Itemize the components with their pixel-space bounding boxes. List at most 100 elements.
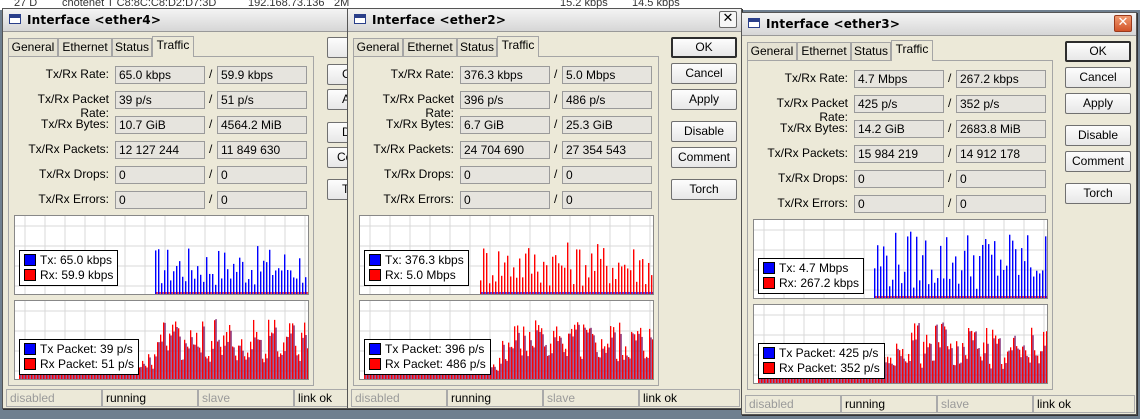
stat-rx-value[interactable]: 11 849 630 xyxy=(217,141,307,159)
tab-general[interactable]: General xyxy=(353,38,403,56)
stat-tx-value[interactable]: 6.7 GiB xyxy=(460,116,550,134)
stat-rx-value[interactable]: 25.3 GiB xyxy=(562,116,652,134)
traffic-bar xyxy=(896,296,898,298)
stat-tx-value[interactable]: 4.7 Mbps xyxy=(854,70,944,88)
stat-tx-value[interactable]: 0 xyxy=(854,195,944,213)
packet-bar xyxy=(247,352,249,379)
traffic-bar xyxy=(995,296,997,298)
stat-rx-value[interactable]: 0 xyxy=(217,191,307,209)
disable-button[interactable]: Disable xyxy=(671,121,737,142)
stat-rx-value[interactable]: 59.9 kbps xyxy=(217,66,307,84)
stat-rx-value[interactable]: 2683.8 MiB xyxy=(956,120,1046,138)
bg-text: 14.5 kbps xyxy=(632,0,680,9)
packet-bar xyxy=(284,351,286,379)
stat-tx-value[interactable]: 0 xyxy=(115,166,205,184)
tab-status[interactable]: Status xyxy=(851,42,891,60)
stat-tx-value[interactable]: 425 p/s xyxy=(854,95,944,113)
traffic-bar xyxy=(234,292,236,294)
stat-tx-value[interactable]: 24 704 690 xyxy=(460,141,550,159)
disable-button[interactable]: Disable xyxy=(1065,125,1131,146)
stat-tx-value[interactable]: 376.3 kbps xyxy=(460,66,550,84)
traffic-bar xyxy=(884,296,886,298)
traffic-bar xyxy=(1046,296,1047,298)
comment-button[interactable]: Comment xyxy=(1065,151,1131,172)
stat-tx-value[interactable]: 39 p/s xyxy=(115,91,205,109)
traffic-bar xyxy=(949,278,951,298)
packet-bar xyxy=(493,364,495,379)
traffic-bar xyxy=(516,277,518,294)
close-icon[interactable]: ✕ xyxy=(1114,15,1132,32)
traffic-bar xyxy=(913,287,915,298)
stat-tx-value[interactable]: 14.2 GiB xyxy=(854,120,944,138)
tab-status[interactable]: Status xyxy=(112,38,152,56)
packet-legend: Tx Packet: 425 p/s Rx Packet: 352 p/s xyxy=(758,343,885,379)
traffic-bar xyxy=(1004,296,1006,298)
stat-tx-value[interactable]: 0 xyxy=(854,170,944,188)
stat-rx-value[interactable]: 5.0 Mbps xyxy=(562,66,652,84)
traffic-bar xyxy=(571,292,573,294)
stat-tx-value[interactable]: 15 984 219 xyxy=(854,145,944,163)
traffic-bar xyxy=(875,296,877,298)
tab-ethernet[interactable]: Ethernet xyxy=(403,38,457,56)
stat-rx-value[interactable]: 14 912 178 xyxy=(956,145,1046,163)
packet-bar xyxy=(220,346,222,379)
torch-button[interactable]: Torch xyxy=(671,179,737,200)
comment-button[interactable]: Comment xyxy=(671,147,737,168)
traffic-bar xyxy=(940,245,942,298)
stat-tx-value[interactable]: 65.0 kbps xyxy=(115,66,205,84)
cancel-button[interactable]: Cancel xyxy=(1065,67,1131,88)
traffic-bar xyxy=(1027,235,1029,298)
stat-label: Tx/Rx Drops: xyxy=(383,167,454,181)
tab-traffic[interactable]: Traffic xyxy=(891,40,933,61)
ok-button[interactable]: OK xyxy=(1065,41,1131,62)
tab-ethernet[interactable]: Ethernet xyxy=(797,42,851,60)
stat-tx-value[interactable]: 12 127 244 xyxy=(115,141,205,159)
stat-rx-value[interactable]: 27 354 543 xyxy=(562,141,652,159)
tab-ethernet[interactable]: Ethernet xyxy=(58,38,112,56)
stat-tx-value[interactable]: 10.7 GiB xyxy=(115,116,205,134)
ok-button[interactable]: OK xyxy=(671,37,737,58)
title-bar[interactable]: Interface <ether2> ✕ xyxy=(348,9,741,32)
traffic-bar xyxy=(1013,296,1015,298)
tab-traffic[interactable]: Traffic xyxy=(497,36,539,57)
stat-rx-value[interactable]: 0 xyxy=(956,195,1046,213)
packet-bar xyxy=(580,356,582,379)
status-link: link ok xyxy=(1033,395,1135,413)
apply-button[interactable]: Apply xyxy=(1065,93,1131,114)
traffic-bar xyxy=(889,286,891,298)
title-bar[interactable]: Interface <ether4> xyxy=(3,9,351,32)
cancel-button[interactable]: Cancel xyxy=(671,63,737,84)
traffic-bar xyxy=(209,273,211,294)
tab-general[interactable]: General xyxy=(747,42,797,60)
close-icon[interactable]: ✕ xyxy=(719,11,737,28)
stat-rx-value[interactable]: 267.2 kbps xyxy=(956,70,1046,88)
traffic-bar xyxy=(1001,296,1003,298)
stat-tx-value[interactable]: 0 xyxy=(460,191,550,209)
stat-rx-value[interactable]: 0 xyxy=(562,166,652,184)
stat-tx-value[interactable]: 0 xyxy=(460,166,550,184)
packet-bar xyxy=(280,353,282,379)
stat-rx-value[interactable]: 352 p/s xyxy=(956,95,1046,113)
traffic-bar xyxy=(182,276,184,294)
stat-rx-value[interactable]: 51 p/s xyxy=(217,91,307,109)
packet-bar xyxy=(556,326,558,379)
tab-traffic[interactable]: Traffic xyxy=(152,36,194,57)
traffic-bar xyxy=(633,249,635,294)
stat-rx-value[interactable]: 0 xyxy=(562,191,652,209)
apply-button[interactable]: Apply xyxy=(671,89,737,110)
stat-rx-value[interactable]: 0 xyxy=(956,170,1046,188)
traffic-bar xyxy=(1033,276,1035,298)
tab-status[interactable]: Status xyxy=(457,38,497,56)
stat-rx-value[interactable]: 486 p/s xyxy=(562,91,652,109)
tab-general[interactable]: General xyxy=(8,38,58,56)
window-icon xyxy=(748,18,760,28)
stat-rx-value[interactable]: 4564.2 MiB xyxy=(217,116,307,134)
packet-bar xyxy=(508,342,510,379)
stat-tx-value[interactable]: 0 xyxy=(115,191,205,209)
stat-tx-value[interactable]: 396 p/s xyxy=(460,91,550,109)
tx-packet-swatch xyxy=(763,347,775,359)
stat-rx-value[interactable]: 0 xyxy=(217,166,307,184)
title-bar[interactable]: Interface <ether3> ✕ xyxy=(742,13,1136,36)
traffic-bar xyxy=(917,296,919,298)
torch-button[interactable]: Torch xyxy=(1065,183,1131,204)
